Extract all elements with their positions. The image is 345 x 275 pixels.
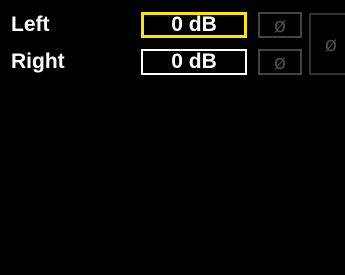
- channel-gain-panel: Left 0 dB ø Right 0 dB ø ø: [0, 0, 345, 275]
- all-phase-invert-button[interactable]: ø: [309, 13, 345, 75]
- left-phase-invert-button[interactable]: ø: [258, 12, 302, 38]
- left-gain-field[interactable]: 0 dB: [141, 12, 247, 38]
- right-gain-field[interactable]: 0 dB: [141, 49, 247, 75]
- left-channel-label: Left: [11, 13, 50, 36]
- right-phase-invert-button[interactable]: ø: [258, 49, 302, 75]
- right-channel-label: Right: [11, 50, 65, 73]
